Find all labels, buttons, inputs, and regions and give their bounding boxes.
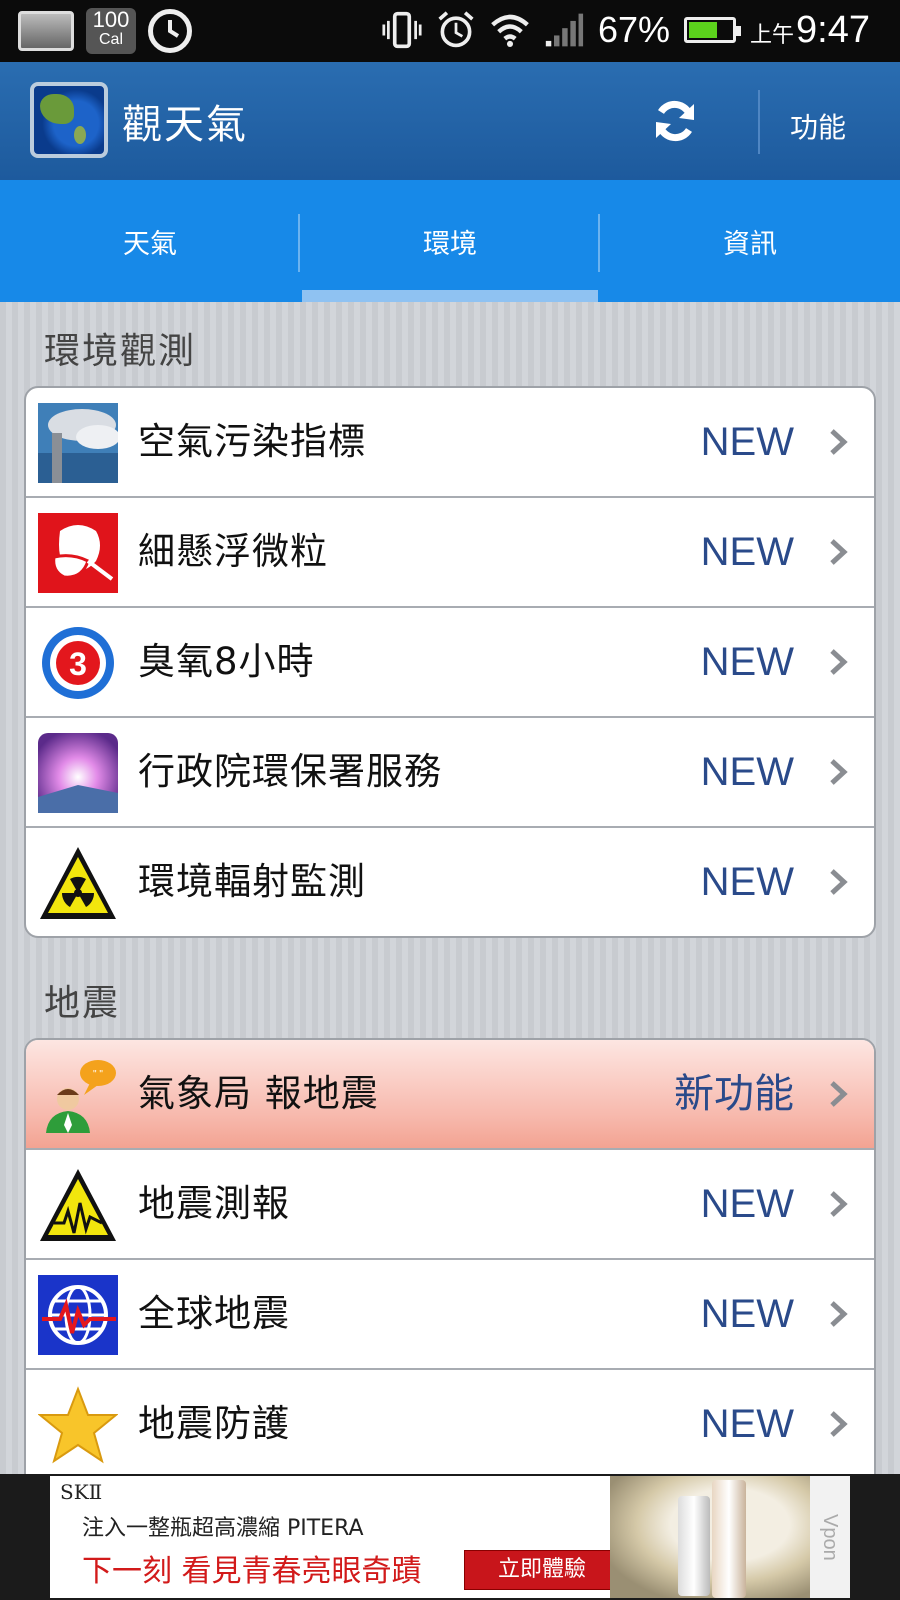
function-button[interactable]: 功能 xyxy=(790,106,846,146)
section-title-earthquake: 地震 xyxy=(44,983,121,1024)
calorie-value: 100 xyxy=(92,7,130,32)
svg-text:" ": " " xyxy=(93,1069,103,1080)
mask-icon xyxy=(38,513,118,593)
battery-icon xyxy=(684,17,742,43)
new-badge: NEW xyxy=(700,750,794,794)
ad-brand: SKⅡ xyxy=(60,1480,103,1504)
svg-text:3: 3 xyxy=(69,646,87,682)
time: 9:47 xyxy=(796,8,870,51)
app-map-icon[interactable] xyxy=(30,82,108,158)
chevron-right-icon xyxy=(830,1191,848,1217)
ad-cta-button[interactable]: 立即體驗 xyxy=(464,1550,620,1590)
item-label: 行政院環保署服務 xyxy=(138,750,442,793)
wifi-icon xyxy=(490,8,530,52)
tab-info[interactable]: 資訊 xyxy=(600,180,900,302)
new-badge: NEW xyxy=(700,860,794,904)
ad-network-label: Vpon xyxy=(810,1476,850,1598)
chevron-right-icon xyxy=(830,649,848,675)
chevron-right-icon xyxy=(830,1081,848,1107)
gallery-notification-icon xyxy=(18,11,74,51)
alarm-icon xyxy=(436,8,476,52)
new-feature-badge: 新功能 xyxy=(674,1072,794,1116)
list-item-air-pollution[interactable]: 空氣污染指標 NEW xyxy=(26,388,874,498)
new-badge: NEW xyxy=(700,530,794,574)
ad-product-image xyxy=(610,1476,810,1598)
tab-environment[interactable]: 環境 xyxy=(300,180,600,302)
ad-bottle-image xyxy=(678,1496,710,1596)
tab-bar: 天氣 環境 資訊 xyxy=(0,180,900,302)
environment-list: 空氣污染指標 NEW 細懸浮微粒 NEW 3 臭氧8小時 NEW 行政院環保署服… xyxy=(24,386,876,938)
action-divider xyxy=(758,90,760,154)
user-chat-icon: " " xyxy=(38,1055,118,1135)
seismic-warning-icon xyxy=(38,1165,118,1245)
ozone-3-icon: 3 xyxy=(38,623,118,703)
chevron-right-icon xyxy=(830,539,848,565)
refresh-icon[interactable] xyxy=(652,98,698,144)
new-badge: NEW xyxy=(700,1292,794,1336)
smokestack-icon xyxy=(38,403,120,483)
item-label: 空氣污染指標 xyxy=(138,420,366,463)
new-badge: NEW xyxy=(700,640,794,684)
list-item-global-earthquake[interactable]: 全球地震 NEW xyxy=(26,1260,874,1370)
action-bar: 觀天氣 功能 xyxy=(0,62,900,180)
vibrate-icon xyxy=(382,8,422,52)
notification-icons: 100 Cal xyxy=(18,8,192,54)
earthquake-list: " " 氣象局 報地震 新功能 地震測報 NEW 全球地震 NEW 地震防護 N… xyxy=(24,1038,876,1498)
chevron-right-icon xyxy=(830,869,848,895)
clock: 上午 9:47 xyxy=(750,9,870,52)
list-item-radiation[interactable]: 環境輻射監測 NEW xyxy=(26,828,874,936)
chevron-right-icon xyxy=(830,1301,848,1327)
globe-quake-icon xyxy=(38,1275,118,1355)
chevron-right-icon xyxy=(830,1411,848,1437)
battery-fill xyxy=(689,22,718,38)
active-tab-indicator xyxy=(302,290,598,302)
battery-percent: 67% xyxy=(597,9,671,50)
tab-label: 環境 xyxy=(423,228,477,260)
ad-tagline: 下一刻 看見青春亮眼奇蹟 xyxy=(82,1554,422,1589)
item-label: 氣象局 報地震 xyxy=(138,1072,379,1115)
new-badge: NEW xyxy=(700,420,794,464)
system-icons: 67% 上午 9:47 xyxy=(382,8,870,52)
ad-content[interactable]: SKⅡ 注入一整瓶超高濃縮 PITERA 下一刻 看見青春亮眼奇蹟 立即體驗 xyxy=(50,1476,810,1598)
chevron-right-icon xyxy=(830,429,848,455)
ad-banner[interactable]: SKⅡ 注入一整瓶超高濃縮 PITERA 下一刻 看見青春亮眼奇蹟 立即體驗 V… xyxy=(0,1474,900,1600)
tab-label: 天氣 xyxy=(123,228,177,260)
status-bar: 100 Cal 67% 上午 9:47 xyxy=(0,0,900,62)
list-item-epa-services[interactable]: 行政院環保署服務 NEW xyxy=(26,718,874,828)
list-item-pm25[interactable]: 細懸浮微粒 NEW xyxy=(26,498,874,608)
item-label: 全球地震 xyxy=(138,1292,290,1335)
tab-weather[interactable]: 天氣 xyxy=(0,180,300,302)
epa-sky-icon xyxy=(38,733,118,813)
section-title-environment: 環境觀測 xyxy=(44,331,197,372)
app-title: 觀天氣 xyxy=(122,102,248,148)
list-item-cwb-report[interactable]: " " 氣象局 報地震 新功能 xyxy=(26,1040,874,1150)
calorie-notification-icon: 100 Cal xyxy=(86,8,136,54)
star-icon xyxy=(37,1385,119,1465)
calorie-unit: Cal xyxy=(98,31,123,48)
item-label: 地震測報 xyxy=(138,1182,290,1225)
item-label: 細懸浮微粒 xyxy=(138,530,328,573)
timer-notification-icon xyxy=(148,9,192,53)
item-label: 地震防護 xyxy=(138,1402,290,1445)
list-item-earthquake-protection[interactable]: 地震防護 NEW xyxy=(26,1370,874,1480)
new-badge: NEW xyxy=(700,1402,794,1446)
tab-label: 資訊 xyxy=(723,228,777,260)
item-label: 臭氧8小時 xyxy=(138,640,315,683)
time-period: 上午 xyxy=(750,21,795,47)
radiation-icon xyxy=(38,843,118,923)
ad-headline: 注入一整瓶超高濃縮 PITERA xyxy=(82,1516,364,1541)
ad-bottle-image xyxy=(712,1480,746,1598)
list-item-seismic-report[interactable]: 地震測報 NEW xyxy=(26,1150,874,1260)
item-label: 環境輻射監測 xyxy=(138,860,366,903)
new-badge: NEW xyxy=(700,1182,794,1226)
chevron-right-icon xyxy=(830,759,848,785)
list-item-ozone[interactable]: 3 臭氧8小時 NEW xyxy=(26,608,874,718)
signal-icon xyxy=(544,8,584,52)
